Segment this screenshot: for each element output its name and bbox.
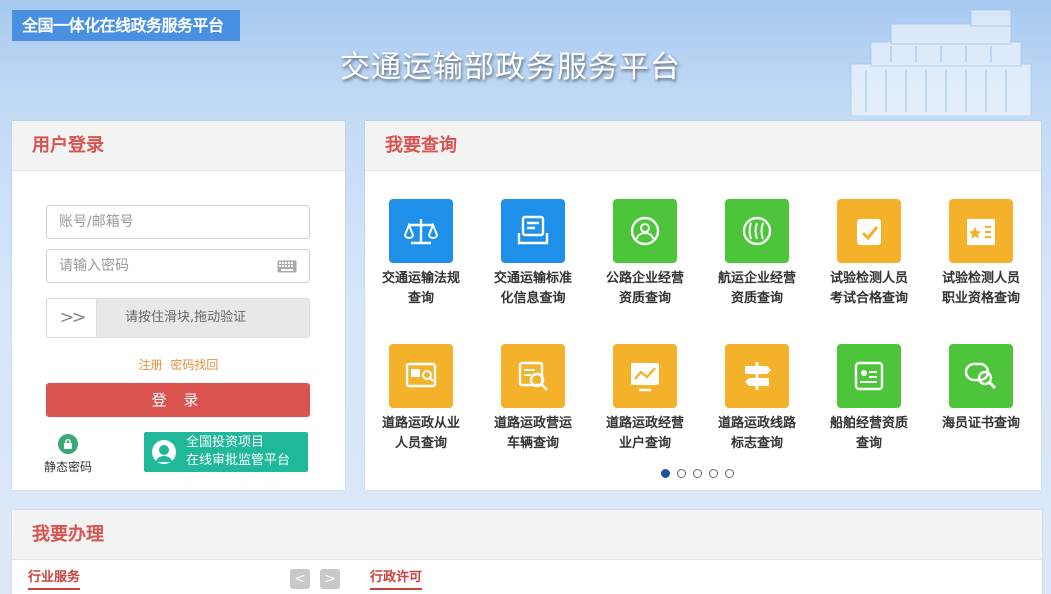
query-item[interactable]: 交通运输法规 查询 xyxy=(365,199,477,309)
query-item[interactable]: 海员证书查询 xyxy=(925,344,1037,434)
person-search-icon xyxy=(613,199,677,263)
lock-icon xyxy=(58,434,78,454)
query-item[interactable]: 道路运政经营 业户查询 xyxy=(589,344,701,454)
building-illustration xyxy=(850,9,1032,116)
certificate-book-icon xyxy=(949,199,1013,263)
forgot-password-link[interactable]: 密码找回 xyxy=(170,358,218,372)
ship-card-icon xyxy=(837,344,901,408)
query-item-label-line1: 道路运政经营 xyxy=(605,416,684,431)
query-item-label-line2: 车辆查询 xyxy=(506,436,559,451)
login-button[interactable]: 登 录 xyxy=(46,383,310,417)
register-link[interactable]: 注册 xyxy=(139,358,163,372)
query-item-label-line1: 航运企业经营 xyxy=(717,271,796,286)
keyboard-icon[interactable] xyxy=(277,260,297,273)
query-panel: 我要查询 交通运输法规 查询 交通运输标准 化信息查询 公路企业经营 资质查询 航运企业经营… xyxy=(365,121,1041,490)
query-item-label-line1: 试验检测人员 xyxy=(829,271,908,286)
investment-platform-button[interactable]: 全国投资项目 在线审批监管平台 xyxy=(144,432,308,472)
query-item-label-line2: 业户查询 xyxy=(618,436,671,451)
password-input[interactable]: 请输入密码 xyxy=(46,249,310,283)
carousel-pagination xyxy=(661,463,741,482)
password-placeholder: 请输入密码 xyxy=(59,258,129,274)
query-item-label-line2: 资质查询 xyxy=(730,291,783,306)
platform-badge[interactable]: 全国一体化在线政务服务平台 xyxy=(12,10,240,41)
investment-line2: 在线审批监管平台 xyxy=(186,453,291,468)
query-item[interactable]: 航运企业经营 资质查询 xyxy=(701,199,813,309)
pagination-dot[interactable] xyxy=(661,469,670,478)
login-panel: 用户登录 账号/邮箱号 请输入密码 >> 请按住滑块,拖动验证 注册 密码找回 … xyxy=(12,121,345,490)
query-item-label-line1: 公路企业经营 xyxy=(605,271,684,286)
login-title: 用户登录 xyxy=(12,121,345,171)
clipboard-check-icon xyxy=(837,199,901,263)
query-item[interactable]: 道路运政营运 车辆查询 xyxy=(477,344,589,454)
tab-administrative-license[interactable]: 行政许可 xyxy=(370,566,423,590)
vehicle-search-icon xyxy=(501,344,565,408)
query-item-label-line2: 查询 xyxy=(407,291,434,306)
query-item-label-line1: 道路运政线路 xyxy=(717,416,796,431)
document-tray-icon xyxy=(501,199,565,263)
pagination-dot[interactable] xyxy=(709,469,718,478)
username-input[interactable]: 账号/邮箱号 xyxy=(46,205,310,239)
query-item[interactable]: 试验检测人员 考试合格查询 xyxy=(813,199,925,309)
pagination-dot[interactable] xyxy=(693,469,702,478)
chart-board-icon xyxy=(613,344,677,408)
query-item-label-line1: 试验检测人员 xyxy=(941,271,1020,286)
query-item-label-line2: 资质查询 xyxy=(618,291,671,306)
query-item[interactable]: 道路运政线路 标志查询 xyxy=(701,344,813,454)
query-item[interactable]: 试验检测人员 职业资格查询 xyxy=(925,199,1037,309)
handle-title: 我要办理 xyxy=(12,510,1042,560)
query-title: 我要查询 xyxy=(365,121,1041,171)
handle-panel: 我要办理 行业服务 < > 行政许可 xyxy=(12,510,1042,594)
certificate-search-icon xyxy=(949,344,1013,408)
account-links: 注册 密码找回 xyxy=(12,356,345,373)
query-item-label-line1: 交通运输法规 xyxy=(381,271,460,286)
query-item-label-line2: 查询 xyxy=(855,436,882,451)
pagination-dot[interactable] xyxy=(725,469,734,478)
prev-arrow-button[interactable]: < xyxy=(290,569,310,589)
query-item[interactable]: 船舶经营资质 查询 xyxy=(813,344,925,454)
query-item[interactable]: 公路企业经营 资质查询 xyxy=(589,199,701,309)
captcha-slider[interactable]: >> 请按住滑块,拖动验证 xyxy=(46,298,310,338)
query-item-label-line2: 化信息查询 xyxy=(500,291,566,306)
query-item-label-line2: 职业资格查询 xyxy=(941,291,1020,306)
pagination-dot[interactable] xyxy=(677,469,686,478)
investment-line1: 全国投资项目 xyxy=(186,435,265,450)
headset-user-icon xyxy=(152,440,176,464)
slider-text: 请按住滑块,拖动验证 xyxy=(125,310,247,325)
query-item-label-line1: 海员证书查询 xyxy=(941,416,1020,431)
query-item[interactable]: 交通运输标准 化信息查询 xyxy=(477,199,589,309)
query-item-label-line2: 标志查询 xyxy=(730,436,783,451)
static-password-label: 静态密码 xyxy=(43,460,92,474)
next-arrow-button[interactable]: > xyxy=(320,569,340,589)
id-card-search-icon xyxy=(389,344,453,408)
query-item-label-line1: 道路运政营运 xyxy=(493,416,572,431)
query-item-label-line1: 道路运政从业 xyxy=(381,416,460,431)
tab-industry-service[interactable]: 行业服务 xyxy=(28,566,81,590)
site-title: 交通运输部政务服务平台 xyxy=(340,50,681,85)
signpost-icon xyxy=(725,344,789,408)
wave-search-icon xyxy=(725,199,789,263)
static-password-option[interactable]: 静态密码 xyxy=(42,434,94,475)
query-item-label-line1: 交通运输标准 xyxy=(493,271,572,286)
query-item-label-line1: 船舶经营资质 xyxy=(829,416,908,431)
handle-tabs: 行业服务 < > 行政许可 xyxy=(12,560,1042,594)
scales-icon xyxy=(389,199,453,263)
query-item-label-line2: 人员查询 xyxy=(394,436,447,451)
query-item[interactable]: 道路运政从业 人员查询 xyxy=(365,344,477,454)
query-item-label-line2: 考试合格查询 xyxy=(829,291,908,306)
slider-handle[interactable]: >> xyxy=(47,299,97,337)
